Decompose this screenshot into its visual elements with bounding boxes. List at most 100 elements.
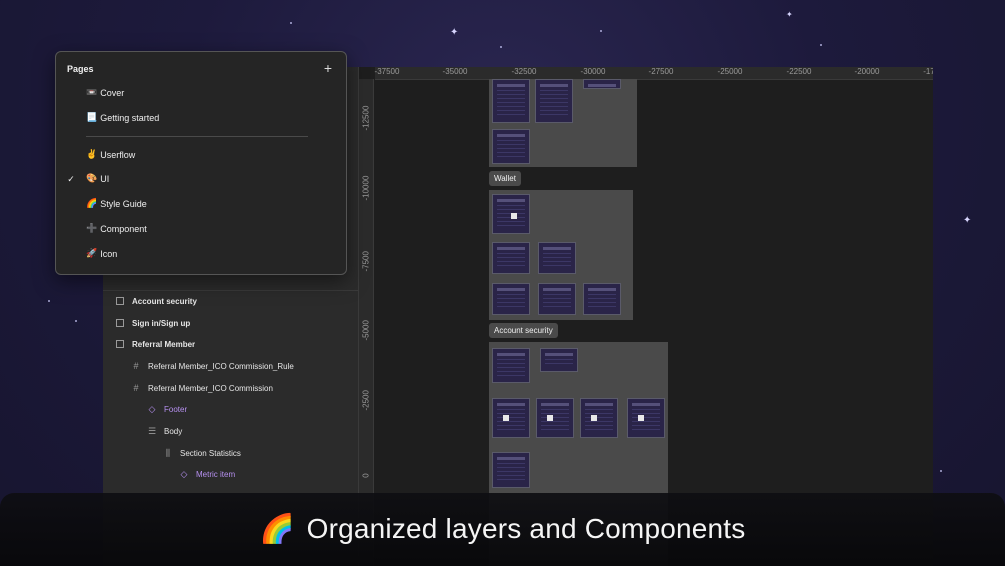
layer-label: Sign in/Sign up: [132, 318, 191, 328]
screen-thumbnail[interactable]: [492, 79, 530, 123]
auto-layout-horizontal-icon: ⫼: [165, 447, 171, 458]
component-instance-icon: ◇: [148, 403, 156, 414]
page-label: Cover: [100, 88, 125, 98]
screen-thumbnail[interactable]: [627, 398, 665, 438]
ruler-label: -35000: [442, 67, 468, 76]
account-security-frame-label[interactable]: Account security: [489, 323, 558, 338]
layer-label: Section Statistics: [180, 448, 241, 458]
screen-thumbnail[interactable]: [583, 79, 621, 89]
screen-thumbnail[interactable]: [492, 194, 530, 234]
page-item-cover[interactable]: 📼 Cover: [56, 83, 346, 103]
wallet-frame-label[interactable]: Wallet: [489, 171, 521, 186]
page-emoji: 🌈: [86, 199, 98, 209]
layer-label: Account security: [132, 296, 197, 306]
layer-label: Metric item: [196, 469, 236, 479]
hash-icon: #: [133, 361, 139, 371]
ruler-label: -7500: [361, 251, 371, 272]
page-emoji: ➕: [86, 224, 98, 234]
ruler-label: -32500: [511, 67, 537, 76]
design-canvas[interactable]: -37500 -35000 -32500 -30000 -27500 -2500…: [359, 67, 933, 566]
pages-panel: Pages + 📼 Cover 📃 Getting started ✌️ Use…: [55, 51, 347, 275]
screen-thumbnail[interactable]: [492, 452, 530, 488]
screen-thumbnail[interactable]: [535, 79, 573, 123]
ruler-label: -30000: [580, 67, 606, 76]
star-dot: [940, 470, 942, 472]
page-item-getting-started[interactable]: 📃 Getting started: [56, 108, 346, 128]
auto-layout-vertical-icon: ☰: [147, 425, 157, 436]
caption-text: Organized layers and Components: [306, 513, 746, 544]
page-label: Component: [100, 224, 147, 234]
page-emoji: 📃: [86, 113, 98, 123]
screen-thumbnail[interactable]: [538, 283, 576, 315]
sparkle-icon: ✦: [450, 27, 459, 38]
sparkle-icon: ✦: [963, 215, 972, 226]
ruler-label: -17: [923, 67, 933, 76]
ruler-label-wrap: -7500: [359, 251, 373, 272]
ruler-label: -10000: [361, 175, 371, 201]
screen-thumbnail[interactable]: [583, 283, 621, 315]
screen-thumbnail[interactable]: [492, 283, 530, 315]
page-item-style-guide[interactable]: 🌈 Style Guide: [56, 194, 346, 214]
star-dot: [500, 46, 502, 48]
pages-divider: [86, 136, 308, 137]
layer-row[interactable]: Account security: [103, 290, 370, 312]
layer-row[interactable]: Referral Member: [103, 333, 370, 355]
frame-group[interactable]: [489, 79, 637, 167]
page-label: Userflow: [100, 150, 136, 160]
ruler-label: -2500: [361, 390, 371, 411]
hash-icon: #: [133, 383, 139, 393]
checkmark-icon: ✓: [67, 173, 75, 184]
screen-thumbnail[interactable]: [540, 348, 578, 372]
screen-thumbnail[interactable]: [492, 398, 530, 438]
star-dot: [600, 30, 602, 32]
screen-thumbnail[interactable]: [536, 398, 574, 438]
screen-thumbnail[interactable]: [580, 398, 618, 438]
layer-row[interactable]: # Referral Member_ICO Commission_Rule: [103, 355, 386, 377]
star-dot: [75, 320, 77, 322]
wallet-group[interactable]: [489, 190, 633, 320]
page-label: Style Guide: [100, 199, 147, 209]
layer-row[interactable]: ☰ Body: [103, 420, 402, 442]
star-dot: [48, 300, 50, 302]
layer-label: Referral Member_ICO Commission_Rule: [148, 361, 294, 371]
page-emoji: 📼: [86, 88, 98, 98]
ruler-label: -37500: [374, 67, 400, 76]
page-emoji: 🚀: [86, 249, 98, 259]
layer-label: Referral Member: [132, 339, 196, 349]
modal-block: [503, 415, 509, 421]
horizontal-ruler: -37500 -35000 -32500 -30000 -27500 -2500…: [375, 67, 933, 80]
screen-thumbnail[interactable]: [492, 129, 530, 164]
layer-row[interactable]: # Referral Member_ICO Commission: [103, 377, 386, 399]
screen-thumbnail[interactable]: [538, 242, 576, 274]
page-label: Getting started: [100, 113, 160, 123]
ruler-label: 0: [361, 473, 371, 478]
ruler-label: -27500: [648, 67, 674, 76]
caption-bar: 🌈 Organized layers and Components: [0, 493, 1005, 566]
ruler-label: -20000: [854, 67, 880, 76]
star-dot: [290, 22, 292, 24]
page-item-icon[interactable]: 🚀 Icon: [56, 244, 346, 264]
modal-block: [547, 415, 553, 421]
page-label: Icon: [100, 249, 118, 259]
ruler-label-wrap: 0: [359, 471, 373, 480]
screen-thumbnail[interactable]: [492, 348, 530, 383]
ruler-label-wrap: -5000: [359, 320, 373, 341]
page-emoji: ✌️: [86, 150, 98, 160]
layer-label: Footer: [164, 404, 188, 414]
layer-row[interactable]: ◇ Footer: [103, 398, 402, 420]
component-instance-icon: ◇: [180, 468, 188, 479]
ruler-label-wrap: -2500: [359, 390, 373, 411]
ruler-label: -22500: [786, 67, 812, 76]
screen-thumbnail[interactable]: [492, 242, 530, 274]
pages-panel-title: Pages: [67, 64, 94, 74]
ruler-label: -25000: [717, 67, 743, 76]
modal-block: [591, 415, 597, 421]
layer-label: Body: [164, 426, 183, 436]
page-item-userflow[interactable]: ✌️ Userflow: [56, 145, 346, 165]
plus-icon[interactable]: +: [321, 61, 335, 75]
ruler-label: -5000: [361, 320, 371, 341]
page-item-ui[interactable]: ✓ 🎨 UI: [56, 169, 346, 189]
layer-row[interactable]: Sign in/Sign up: [103, 312, 370, 334]
caption: 🌈 Organized layers and Components: [0, 512, 1005, 545]
page-item-component[interactable]: ➕ Component: [56, 219, 346, 239]
